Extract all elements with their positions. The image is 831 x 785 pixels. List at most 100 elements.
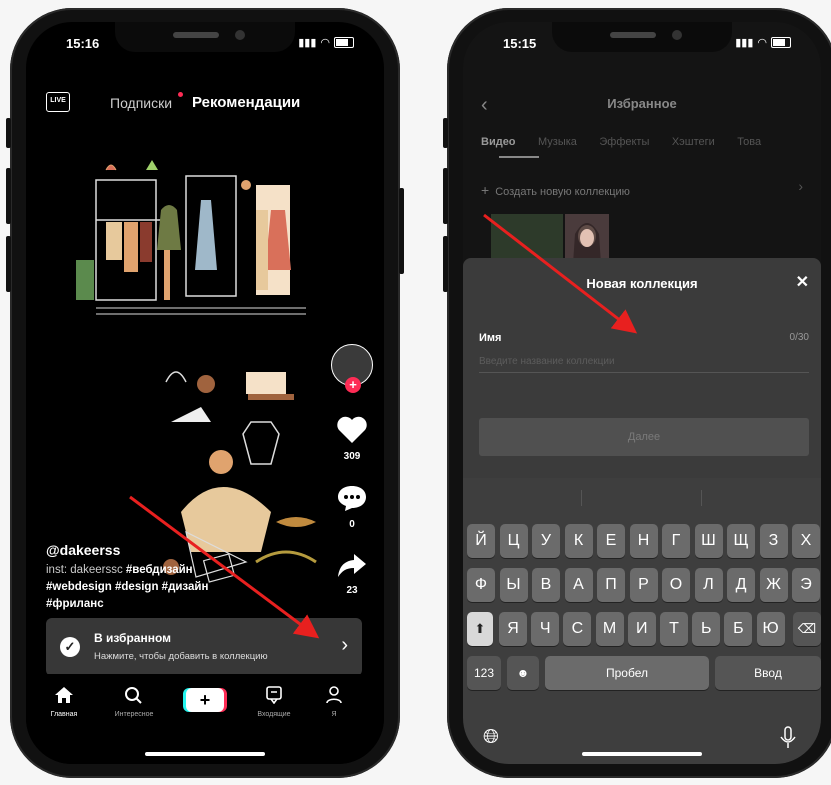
key-31[interactable]: Ю — [756, 612, 785, 646]
key-24[interactable]: Ч — [531, 612, 560, 646]
signal-icon: ▮▮▮ — [298, 37, 317, 49]
nav-inbox-label: Входящие — [257, 711, 291, 718]
follow-plus-icon[interactable]: + — [345, 377, 361, 393]
nav-discover-label: Интересное — [114, 711, 154, 718]
mute-switch — [6, 118, 11, 148]
key-20[interactable]: Д — [727, 568, 755, 602]
plus-icon: + — [481, 182, 490, 198]
key-17[interactable]: Р — [629, 568, 658, 602]
key-29[interactable]: Ь — [692, 612, 721, 646]
tab-effects[interactable]: Эффекты — [599, 136, 649, 148]
key-27[interactable]: И — [627, 612, 656, 646]
nav-home-label: Главная — [50, 711, 78, 718]
key-13[interactable]: Ы — [499, 568, 528, 602]
key-16[interactable]: П — [597, 568, 625, 602]
return-key[interactable]: Ввод — [715, 656, 821, 690]
sheet-title: Новая коллекция — [586, 276, 698, 291]
live-icon[interactable]: LIVE — [46, 92, 70, 112]
key-2[interactable]: Ц — [499, 524, 528, 558]
key-18[interactable]: О — [662, 568, 690, 602]
comment-action[interactable]: 0 — [330, 484, 374, 530]
video-thumbnail[interactable] — [565, 214, 609, 264]
video-thumbnail[interactable] — [491, 214, 563, 264]
key-21[interactable]: Ж — [759, 568, 788, 602]
key-8[interactable]: Ш — [694, 524, 723, 558]
key-9[interactable]: Щ — [727, 524, 755, 558]
key-3[interactable]: У — [532, 524, 560, 558]
nav-home[interactable]: Главная — [34, 686, 94, 718]
close-icon[interactable]: ✕ — [796, 272, 809, 292]
status-icons: ▮▮▮ ◠ — [735, 36, 791, 49]
key-28[interactable]: Т — [660, 612, 688, 646]
creator-avatar[interactable]: + — [331, 344, 373, 393]
video-action-rail: + 309 0 23 — [330, 344, 374, 596]
shift-key[interactable]: ⬆ — [467, 612, 493, 646]
key-26[interactable]: М — [595, 612, 624, 646]
key-19[interactable]: Л — [694, 568, 723, 602]
emoji-icon[interactable]: ☻ — [507, 656, 539, 690]
tiktok-feed-screen: 15:16 ▮▮▮ ◠ LIVE Подписки Рекомендации +… — [26, 22, 384, 764]
wifi-icon: ◠ — [757, 37, 767, 49]
space-key[interactable]: Пробел — [545, 656, 709, 690]
volume-up-button — [443, 168, 448, 224]
next-button[interactable]: Далее — [479, 418, 809, 456]
create-video-button[interactable]: + — [186, 688, 224, 712]
tab-products[interactable]: Това — [737, 136, 761, 148]
key-4[interactable]: К — [564, 524, 593, 558]
name-char-counter: 0/30 — [789, 332, 809, 343]
video-illustration-wardrobe — [76, 160, 306, 315]
collection-name-input[interactable] — [479, 350, 809, 373]
inbox-icon — [266, 686, 282, 705]
backspace-key[interactable]: ⌫ — [793, 612, 821, 646]
key-25[interactable]: С — [563, 612, 592, 646]
volume-down-button — [443, 236, 448, 292]
key-23[interactable]: Я — [499, 612, 527, 646]
tab-music[interactable]: Музыка — [538, 136, 577, 148]
caption-line-2[interactable]: #webdesign #design #дизайн — [46, 579, 276, 596]
tab-videos[interactable]: Видео — [481, 136, 516, 148]
globe-icon[interactable]: 🌐︎ — [483, 726, 499, 749]
search-icon — [125, 687, 142, 704]
wifi-icon: ◠ — [320, 37, 330, 49]
key-10[interactable]: З — [759, 524, 788, 558]
key-14[interactable]: В — [532, 568, 560, 602]
nav-inbox[interactable]: Входящие — [244, 686, 304, 718]
nav-profile[interactable]: Я — [314, 686, 354, 718]
key-22[interactable]: Э — [792, 568, 820, 602]
key-30[interactable]: Б — [724, 612, 753, 646]
added-to-favorites-toast[interactable]: ✓ В избранном Нажмите, чтобы добавить в … — [46, 618, 362, 676]
key-15[interactable]: А — [564, 568, 593, 602]
numbers-key[interactable]: 123 — [467, 656, 501, 690]
key-6[interactable]: Н — [629, 524, 658, 558]
person-face-icon — [573, 223, 601, 264]
tab-for-you[interactable]: Рекомендации — [192, 94, 300, 111]
create-collection-label: Создать новую коллекцию — [495, 186, 630, 198]
keyboard-row-2: ФЫВАПРОЛДЖЭ — [463, 568, 821, 602]
share-action[interactable]: 23 — [330, 552, 374, 596]
keyboard-row-1: ЙЦУКЕНГШЩЗХ — [463, 524, 821, 558]
favorites-header: ‹ Избранное — [463, 86, 821, 126]
key-7[interactable]: Г — [662, 524, 690, 558]
comment-icon — [338, 486, 366, 511]
battery-icon — [771, 37, 791, 48]
tab-following[interactable]: Подписки — [110, 95, 172, 111]
nav-discover[interactable]: Интересное — [104, 686, 164, 718]
name-field-label: Имя — [479, 332, 502, 344]
keyboard: ЙЦУКЕНГШЩЗХ ФЫВАПРОЛДЖЭ ⬆ ⌫ ЯЧСМИТЬБЮ 12… — [463, 478, 821, 764]
check-circle-icon: ✓ — [60, 637, 80, 657]
microphone-icon[interactable] — [779, 726, 797, 750]
key-1[interactable]: Й — [467, 524, 495, 558]
notification-dot — [178, 92, 183, 97]
key-5[interactable]: Е — [597, 524, 625, 558]
tab-hashtags[interactable]: Хэштеги — [672, 136, 715, 148]
like-action[interactable]: 309 — [330, 416, 374, 462]
key-12[interactable]: Ф — [467, 568, 495, 602]
page-title: Избранное — [607, 96, 677, 111]
hashtag-link[interactable]: #вебдизайн — [126, 564, 193, 576]
caption-line-3[interactable]: #фриланс — [46, 596, 276, 613]
creator-username[interactable]: @dakeerss — [46, 542, 276, 558]
toast-subtitle: Нажмите, чтобы добавить в коллекцию — [94, 651, 268, 662]
create-collection-row[interactable]: + Создать новую коллекцию — [481, 182, 630, 198]
key-11[interactable]: Х — [792, 524, 820, 558]
share-arrow-icon — [338, 554, 366, 577]
